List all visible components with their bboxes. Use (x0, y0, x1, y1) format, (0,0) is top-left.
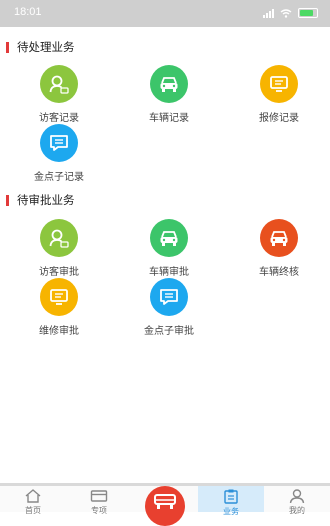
status-time: 18:01 (14, 6, 42, 18)
item-label: 车辆终核 (259, 267, 299, 278)
item-idea-record[interactable]: 金点子记录 (19, 124, 99, 183)
chat-icon (150, 278, 188, 316)
car-center-icon (154, 494, 176, 509)
home-icon (25, 489, 41, 503)
wifi-icon (280, 8, 292, 18)
tab-special[interactable]: 专项 (66, 486, 132, 515)
section-title-pending: 待处理业务 (6, 39, 75, 55)
status-icons (263, 8, 318, 18)
tab-label: 业务 (223, 507, 239, 516)
section-title-approval: 待审批业务 (6, 192, 75, 208)
item-label: 维修审批 (39, 326, 79, 337)
item-visitor-record[interactable]: 访客记录 (19, 65, 99, 124)
item-vehicle-record[interactable]: 车辆记录 (129, 65, 209, 124)
section-accent-bar (6, 41, 9, 53)
visitor-icon (40, 65, 78, 103)
item-label: 金点子记录 (34, 172, 84, 183)
user-icon (289, 489, 305, 504)
item-label: 金点子审批 (144, 326, 194, 337)
item-vehicle-final-review[interactable]: 车辆终核 (239, 219, 319, 278)
tab-label: 专项 (91, 506, 107, 515)
monitor-icon (260, 65, 298, 103)
item-repair-record[interactable]: 报修记录 (239, 65, 319, 124)
item-label: 车辆审批 (149, 267, 189, 278)
tab-label: 我的 (289, 506, 305, 515)
monitor-icon (40, 278, 78, 316)
clipboard-icon (224, 489, 238, 504)
car-icon (260, 219, 298, 257)
center-vehicle-button[interactable] (145, 486, 185, 526)
tab-business[interactable]: 业务 (198, 486, 264, 516)
car-icon (150, 219, 188, 257)
item-label: 报修记录 (259, 113, 299, 124)
item-label: 访客记录 (39, 113, 79, 124)
signal-icon (263, 8, 274, 18)
section-title-text: 待审批业务 (17, 195, 75, 207)
item-repair-approval[interactable]: 维修审批 (19, 278, 99, 337)
section-accent-bar (6, 194, 9, 206)
card-icon (90, 490, 108, 502)
tab-label: 首页 (25, 506, 41, 515)
item-idea-approval[interactable]: 金点子审批 (129, 278, 209, 337)
status-bar: 18:01 (0, 0, 330, 27)
car-icon (150, 65, 188, 103)
tab-mine[interactable]: 我的 (264, 486, 330, 515)
item-visitor-approval[interactable]: 访客审批 (19, 219, 99, 278)
section-title-text: 待处理业务 (17, 42, 75, 54)
visitor-icon (40, 219, 78, 257)
tab-home[interactable]: 首页 (0, 486, 66, 515)
item-label: 车辆记录 (149, 113, 189, 124)
item-vehicle-approval[interactable]: 车辆审批 (129, 219, 209, 278)
chat-icon (40, 124, 78, 162)
battery-icon (298, 8, 318, 18)
item-label: 访客审批 (39, 267, 79, 278)
